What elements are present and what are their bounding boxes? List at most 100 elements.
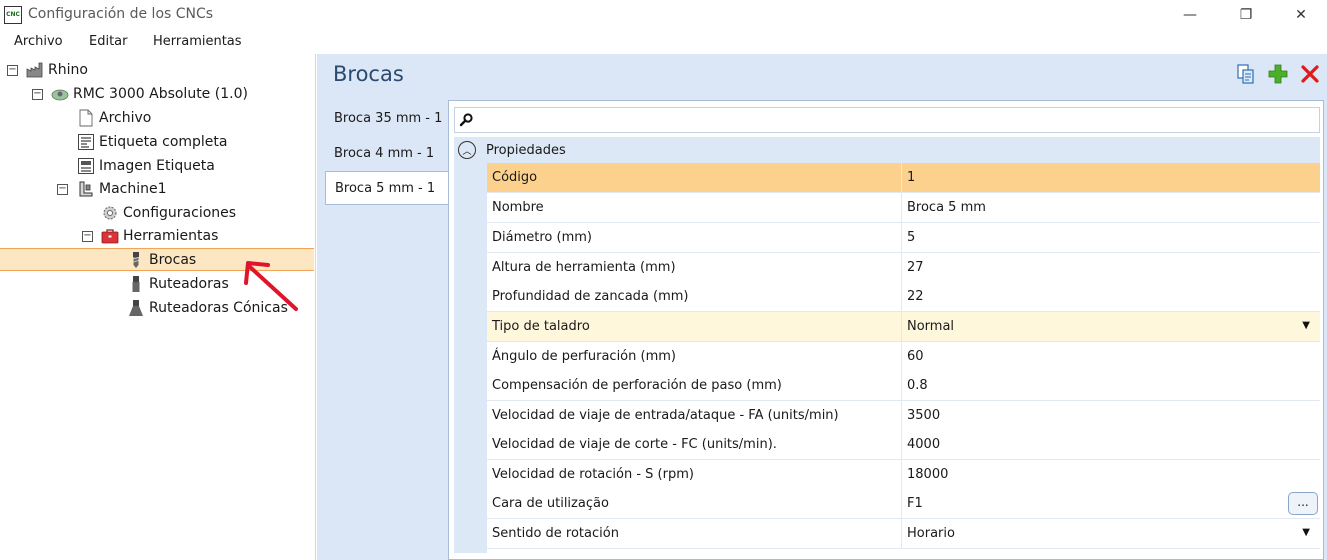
property-row-velocidad-entrada[interactable]: Velocidad de viaje de entrada/ataque - F… <box>487 401 1320 431</box>
dropdown-arrow-icon[interactable]: ▼ <box>1302 527 1310 538</box>
category-label: Propiedades <box>486 142 566 158</box>
property-value[interactable]: F1 <box>907 496 923 511</box>
property-name: Cara de utilização <box>492 496 609 511</box>
search-icon <box>459 113 473 127</box>
category-propiedades[interactable]: ︿ Propiedades <box>454 137 1320 163</box>
tab-broca-35[interactable]: Broca 35 mm - 1 <box>325 101 449 135</box>
tree-item-label: Brocas <box>149 251 197 268</box>
gear-icon <box>103 206 117 220</box>
expander-rmc[interactable]: − <box>32 89 43 100</box>
dropdown-arrow-icon[interactable]: ▼ <box>1302 320 1310 331</box>
property-value[interactable]: Broca 5 mm <box>907 200 986 215</box>
label-image-icon <box>78 158 94 174</box>
property-name: Tipo de taladro <box>492 319 590 334</box>
property-value[interactable]: 22 <box>907 289 924 304</box>
conical-router-bit-icon <box>129 300 143 316</box>
property-value[interactable]: 0.8 <box>907 378 928 393</box>
property-name: Ángulo de perfuración (mm) <box>492 349 676 364</box>
factory-icon <box>26 62 43 78</box>
tree-item-label: Rhino <box>48 62 88 78</box>
property-name: Compensación de perforación de paso (mm) <box>492 378 782 393</box>
tab-broca-5[interactable]: Broca 5 mm - 1 <box>325 171 450 205</box>
property-value[interactable]: Normal <box>907 319 954 334</box>
tree-item-herramientas[interactable]: Herramientas <box>101 225 218 247</box>
label-icon <box>78 134 94 150</box>
property-value[interactable]: 18000 <box>907 467 948 482</box>
file-icon <box>79 109 93 127</box>
expander-rhino[interactable]: − <box>7 65 18 76</box>
tree-item-configuraciones[interactable]: Configuraciones <box>101 202 236 224</box>
annotation-arrow-icon <box>244 261 298 311</box>
close-button[interactable]: ✕ <box>1273 0 1327 30</box>
tree-item-ruteadoras[interactable]: Ruteadoras <box>127 273 229 295</box>
property-value[interactable]: 3500 <box>907 408 940 423</box>
property-name: Código <box>492 170 538 185</box>
menu-herramientas[interactable]: Herramientas <box>153 34 242 49</box>
machine-icon <box>79 181 93 197</box>
property-row-compensacion[interactable]: Compensación de perforación de paso (mm)… <box>487 371 1320 401</box>
collapse-icon[interactable]: ︿ <box>458 141 476 159</box>
window-title: Configuración de los CNCs <box>28 6 214 22</box>
tree-item-rhino[interactable]: Rhino <box>26 59 88 81</box>
grid-margin <box>454 163 487 553</box>
copy-icon[interactable] <box>1235 63 1257 85</box>
add-icon[interactable] <box>1267 63 1289 85</box>
tree-item-rmc-3000[interactable]: RMC 3000 Absolute (1.0) <box>51 83 248 105</box>
menu-archivo[interactable]: Archivo <box>14 34 63 49</box>
maximize-button[interactable]: ❐ <box>1218 0 1274 30</box>
expander-machine1[interactable]: − <box>57 184 68 195</box>
title-bar: CNC Configuración de los CNCs — ❐ ✕ <box>0 0 1327 30</box>
property-value[interactable]: 4000 <box>907 437 940 452</box>
drill-bit-icon <box>133 251 139 268</box>
property-name: Altura de herramienta (mm) <box>492 260 676 275</box>
property-row-angulo[interactable]: Ángulo de perfuración (mm) 60 <box>487 342 1320 372</box>
page-title: Brocas <box>333 62 404 86</box>
tree-item-label: Etiqueta completa <box>99 134 228 150</box>
tree-item-label: Archivo <box>99 110 152 126</box>
property-name: Diámetro (mm) <box>492 230 592 245</box>
property-name: Velocidad de viaje de entrada/ataque - F… <box>492 408 839 423</box>
property-row-velocidad-corte[interactable]: Velocidad de viaje de corte - FC (units/… <box>487 430 1320 460</box>
property-row-codigo[interactable]: Código 1 <box>487 163 1320 193</box>
property-name: Sentido de rotación <box>492 526 619 541</box>
delete-icon[interactable] <box>1299 63 1321 85</box>
property-name: Velocidad de rotación - S (rpm) <box>492 467 694 482</box>
menu-bar: Archivo Editar Herramientas <box>0 30 1327 54</box>
property-row-altura[interactable]: Altura de herramienta (mm) 27 <box>487 253 1320 283</box>
property-row-nombre[interactable]: Nombre Broca 5 mm <box>487 193 1320 223</box>
property-name: Profundidad de zancada (mm) <box>492 289 689 304</box>
tab-broca-4[interactable]: Broca 4 mm - 1 <box>325 136 449 170</box>
tree-panel: − Rhino − RMC 3000 Absolute (1.0) Archiv… <box>0 54 316 560</box>
minimize-button[interactable]: — <box>1162 0 1218 30</box>
property-row-sentido-rotacion[interactable]: Sentido de rotación Horario ▼ <box>487 519 1320 549</box>
tree-item-etiqueta-completa[interactable]: Etiqueta completa <box>77 131 227 153</box>
property-row-tipo-taladro[interactable]: Tipo de taladro Normal ▼ <box>487 312 1320 342</box>
property-row-cara-utilizacao[interactable]: Cara de utilização F1 ... <box>487 489 1320 519</box>
property-value[interactable]: 60 <box>907 349 924 364</box>
property-value[interactable]: 5 <box>907 230 915 245</box>
tree-item-label: Imagen Etiqueta <box>99 158 215 174</box>
tree-item-archivo[interactable]: Archivo <box>77 107 151 129</box>
property-value[interactable]: 27 <box>907 260 924 275</box>
detail-pane: Brocas Broca 35 mm - 1 Broca 4 mm - 1 Br… <box>317 54 1327 560</box>
router-bit-icon <box>132 276 140 292</box>
toolbox-icon <box>101 229 119 244</box>
tree-item-label: Herramientas <box>123 228 219 244</box>
tree-item-label: Ruteadoras <box>149 276 229 292</box>
ellipsis-button[interactable]: ... <box>1288 492 1318 515</box>
property-row-velocidad-rotacion[interactable]: Velocidad de rotación - S (rpm) 18000 <box>487 460 1320 490</box>
tree-item-machine1[interactable]: Machine1 <box>77 178 167 200</box>
machine-cnc-icon <box>51 89 69 101</box>
property-name: Nombre <box>492 200 544 215</box>
search-input[interactable] <box>454 107 1320 133</box>
property-row-diametro[interactable]: Diámetro (mm) 5 <box>487 223 1320 253</box>
tree-item-imagen-etiqueta[interactable]: Imagen Etiqueta <box>77 155 215 177</box>
property-row-profundidad[interactable]: Profundidad de zancada (mm) 22 <box>487 282 1320 312</box>
app-icon: CNC <box>4 6 22 24</box>
property-value[interactable]: 1 <box>907 170 915 185</box>
property-value[interactable]: Horario <box>907 526 955 541</box>
menu-editar[interactable]: Editar <box>89 34 128 49</box>
property-name: Velocidad de viaje de corte - FC (units/… <box>492 437 777 452</box>
expander-herramientas[interactable]: − <box>82 231 93 242</box>
tree-item-label: RMC 3000 Absolute (1.0) <box>73 86 248 102</box>
